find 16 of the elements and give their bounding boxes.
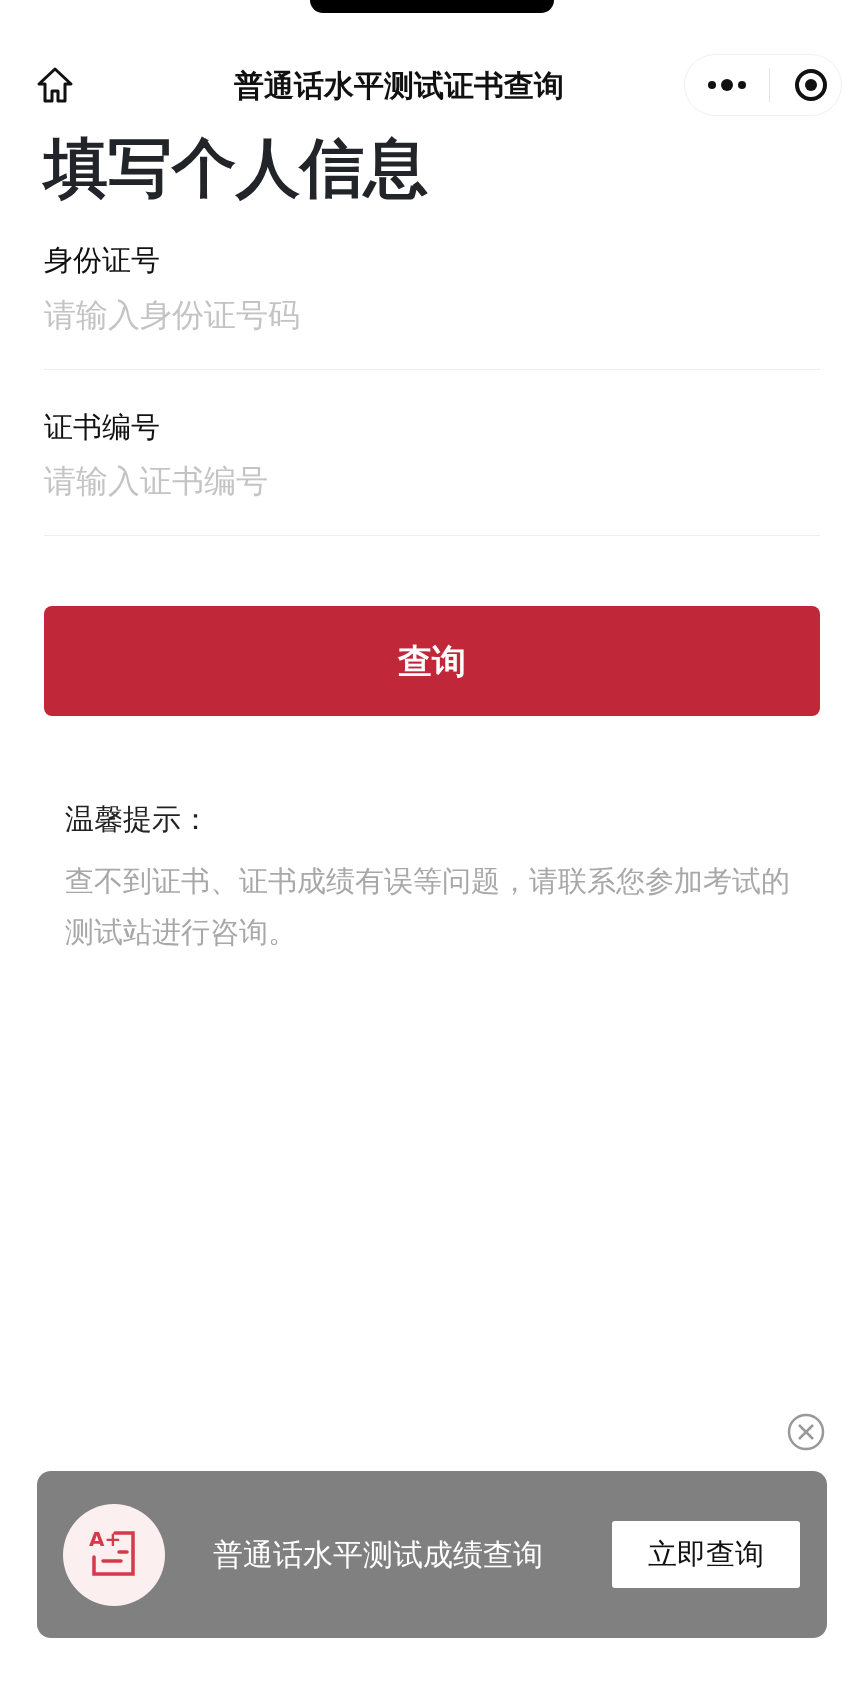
- section-heading: 填写个人信息: [44, 133, 429, 204]
- tip-text: 查不到证书、证书成绩有误等问题，请联系您参加考试的测试站进行咨询。: [65, 862, 791, 951]
- more-icon[interactable]: [707, 78, 747, 92]
- input-field[interactable]: 请输入身份证号码: [44, 282, 820, 339]
- input-field[interactable]: 请输入证书编号: [44, 449, 820, 506]
- page-title: 普通话水平测试证书查询: [233, 66, 565, 105]
- banner-text: 普通话水平测试成绩查询: [213, 1536, 543, 1574]
- home-icon[interactable]: [36, 66, 74, 104]
- field-label: 证书编号: [44, 408, 161, 446]
- close-mini-program-icon[interactable]: [794, 68, 828, 102]
- query-button[interactable]: 查询: [44, 606, 820, 717]
- query-now-button[interactable]: 立即查询: [612, 1521, 800, 1588]
- tip-title: 温馨提示：: [65, 801, 211, 839]
- close-icon[interactable]: [786, 1412, 826, 1452]
- grade-label: A+: [89, 1525, 122, 1553]
- field-label: 身份证号: [44, 242, 161, 280]
